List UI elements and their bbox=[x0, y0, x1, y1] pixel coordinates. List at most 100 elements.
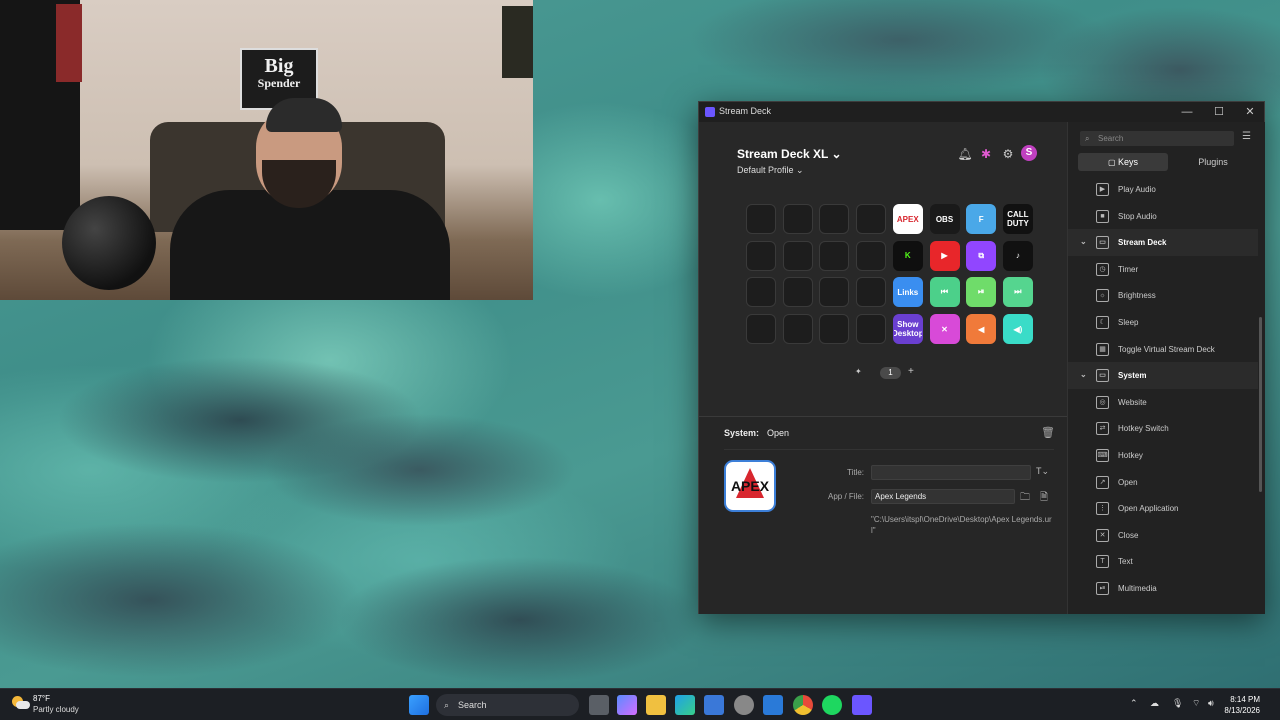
file-explorer-icon[interactable] bbox=[646, 695, 666, 715]
deck-key[interactable] bbox=[746, 314, 776, 345]
deck-key[interactable] bbox=[856, 204, 887, 234]
deck-key[interactable]: OBS bbox=[929, 204, 960, 234]
deck-key[interactable] bbox=[782, 204, 813, 234]
deck-key[interactable]: ⏭ bbox=[1002, 277, 1033, 308]
action-item[interactable]: ⏯ Multimedia bbox=[1068, 575, 1258, 602]
title-field[interactable] bbox=[871, 465, 1031, 480]
file-icon[interactable]: 🗎 bbox=[1040, 490, 1048, 507]
action-label: Play Audio bbox=[1118, 185, 1156, 194]
deck-key[interactable]: F bbox=[966, 204, 997, 234]
deck-key[interactable]: ⏯ bbox=[966, 277, 997, 308]
tab-keys[interactable]: ▢ Keys bbox=[1078, 153, 1168, 171]
property-inspector: System: Open 🗑︎ APEX Title: T⌄ App / File… bbox=[699, 417, 1067, 614]
action-item[interactable]: ☼ Brightness bbox=[1068, 282, 1258, 309]
action-label: Toggle Virtual Stream Deck bbox=[1118, 344, 1215, 354]
minimize-button[interactable]: — bbox=[1179, 104, 1195, 120]
spotify-icon[interactable] bbox=[822, 695, 842, 715]
profile-selector[interactable]: Default Profile ⌄ bbox=[737, 165, 804, 176]
action-item[interactable]: ⇄ Hotkey Switch bbox=[1068, 415, 1258, 442]
obs-icon[interactable] bbox=[734, 695, 754, 715]
deck-key[interactable] bbox=[819, 240, 850, 271]
edge-icon[interactable] bbox=[675, 695, 695, 715]
deck-key[interactable]: Show Desktop bbox=[892, 314, 923, 345]
marketplace-icon[interactable]: ✱ bbox=[978, 146, 994, 162]
deck-key[interactable] bbox=[782, 240, 813, 271]
search-input[interactable]: ⌕ Search bbox=[1080, 131, 1234, 146]
clock[interactable]: 8:14 PM 8/13/2026 bbox=[1200, 694, 1260, 716]
deck-key[interactable]: K bbox=[892, 240, 923, 271]
store-icon[interactable] bbox=[704, 695, 724, 715]
key-icon-preview[interactable]: APEX bbox=[724, 460, 776, 512]
action-label: System bbox=[1118, 371, 1147, 381]
action-item[interactable]: T Text bbox=[1068, 548, 1258, 575]
deck-key[interactable] bbox=[856, 277, 887, 308]
deck-key[interactable] bbox=[746, 240, 776, 271]
deck-key[interactable]: Links bbox=[892, 277, 923, 308]
taskbar-search[interactable]: ⌕ Search bbox=[436, 694, 579, 716]
action-item[interactable]: ▶ Play Audio bbox=[1068, 176, 1258, 203]
onedrive-icon[interactable]: ☁ bbox=[1150, 698, 1159, 709]
start-button[interactable] bbox=[409, 695, 429, 715]
stream-deck-taskbar-icon[interactable] bbox=[852, 695, 872, 715]
page-indicator[interactable]: 1 bbox=[880, 367, 901, 379]
chevron-up-icon[interactable]: ⌃ bbox=[1130, 698, 1138, 709]
deck-key[interactable]: ♪ bbox=[1002, 240, 1033, 271]
chevron-down-icon[interactable]: ⌄ bbox=[1080, 237, 1087, 246]
maximize-button[interactable]: ☐ bbox=[1211, 104, 1227, 120]
deck-key[interactable]: ◀) bbox=[1002, 314, 1033, 345]
app-file-field[interactable]: Apex Legends bbox=[871, 489, 1015, 504]
deck-key[interactable]: CALL DUTY bbox=[1002, 204, 1033, 234]
deck-key[interactable] bbox=[746, 204, 776, 234]
chrome-icon[interactable] bbox=[793, 695, 813, 715]
title-bar[interactable]: Stream Deck — ☐ ✕ bbox=[699, 102, 1264, 122]
device-selector[interactable]: Stream Deck XL ⌄ bbox=[737, 147, 842, 161]
scrollbar[interactable] bbox=[1259, 317, 1262, 492]
deck-key[interactable] bbox=[856, 240, 887, 271]
deck-key[interactable] bbox=[856, 314, 887, 345]
deck-key[interactable]: ◀ bbox=[966, 314, 997, 345]
action-item[interactable]: ◷ Timer bbox=[1068, 256, 1258, 283]
copilot-icon[interactable] bbox=[617, 695, 637, 715]
deck-key[interactable] bbox=[819, 277, 850, 308]
chevron-down-icon[interactable]: ⌄ bbox=[1080, 370, 1087, 379]
deck-key[interactable] bbox=[746, 277, 776, 308]
deck-key[interactable]: APEX bbox=[892, 204, 923, 234]
avatar[interactable]: S bbox=[1021, 145, 1037, 161]
task-view-icon[interactable] bbox=[589, 695, 609, 715]
deck-key[interactable]: ✕ bbox=[929, 314, 960, 345]
tab-plugins[interactable]: Plugins bbox=[1168, 153, 1258, 171]
action-item[interactable]: ✕ Close bbox=[1068, 522, 1258, 549]
deck-key[interactable] bbox=[819, 204, 850, 234]
action-category[interactable]: ⌄ ▭ System bbox=[1068, 362, 1258, 390]
action-item[interactable]: ☾ Sleep bbox=[1068, 309, 1258, 336]
action-item[interactable]: ↗ Open bbox=[1068, 469, 1258, 496]
action-category[interactable]: ⌄ ▭ Stream Deck bbox=[1068, 229, 1258, 257]
action-item[interactable]: ▦ Toggle Virtual Stream Deck bbox=[1068, 336, 1258, 363]
gear-icon[interactable]: ⚙ bbox=[1000, 146, 1016, 162]
add-page-button[interactable]: + bbox=[908, 366, 914, 377]
deck-key[interactable]: ⏮ bbox=[929, 277, 960, 308]
deck-key[interactable] bbox=[782, 277, 813, 308]
search-icon: ⌕ bbox=[444, 700, 450, 710]
action-item[interactable]: ■ Stop Audio bbox=[1068, 203, 1258, 230]
action-item[interactable]: ⌨ Hotkey bbox=[1068, 442, 1258, 469]
weather-temperature[interactable]: 87°F bbox=[33, 694, 50, 703]
folder-icon[interactable]: 🗀 bbox=[1020, 490, 1030, 507]
font-style-button[interactable]: T⌄ bbox=[1036, 466, 1049, 477]
page-prev-icon[interactable]: ✦ bbox=[855, 367, 862, 376]
trash-icon[interactable]: 🗑︎ bbox=[1041, 426, 1055, 439]
deck-key[interactable]: ⧉ bbox=[966, 240, 997, 271]
mail-icon[interactable] bbox=[763, 695, 783, 715]
microphone-icon[interactable]: 🎙︎ bbox=[1172, 698, 1183, 709]
action-item[interactable]: ◎ Website bbox=[1068, 389, 1258, 416]
action-item[interactable]: ⋮ Open Application bbox=[1068, 495, 1258, 522]
action-label: Multimedia bbox=[1118, 584, 1157, 593]
deck-key[interactable] bbox=[819, 314, 850, 345]
deck-key[interactable] bbox=[782, 314, 813, 345]
deck-key[interactable]: ▶ bbox=[929, 240, 960, 271]
list-view-icon[interactable]: ☰ bbox=[1242, 131, 1251, 142]
weather-icon[interactable] bbox=[12, 696, 30, 712]
weather-condition[interactable]: Partly cloudy bbox=[33, 705, 79, 714]
close-button[interactable]: ✕ bbox=[1242, 104, 1258, 120]
bell-icon[interactable]: 🔔︎ bbox=[957, 146, 973, 162]
